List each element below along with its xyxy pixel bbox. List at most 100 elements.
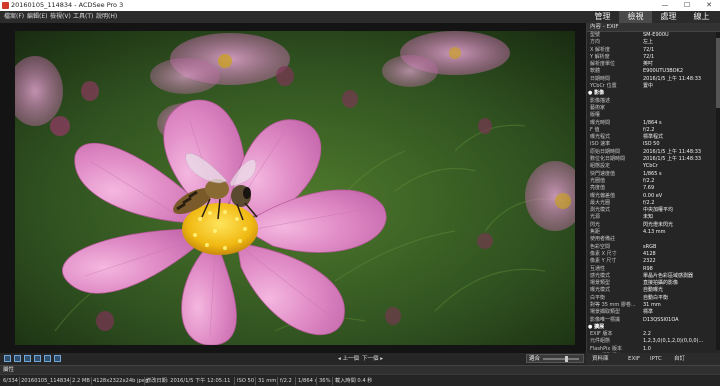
- property-value: 標準: [643, 309, 654, 316]
- property-row[interactable]: 影像描述: [587, 98, 720, 105]
- property-row[interactable]: 版權: [587, 112, 720, 119]
- property-row[interactable]: 方向 左上: [587, 39, 720, 46]
- mode-view[interactable]: 檢視: [619, 11, 652, 23]
- property-key: 日期時間: [590, 75, 611, 82]
- tab-exif[interactable]: EXIF: [628, 355, 640, 363]
- property-key: 原始日期時間: [590, 148, 621, 155]
- property-row[interactable]: 快門速度值 1/865 s: [587, 171, 720, 178]
- property-value: 2016/1/5 上午 11:48:33: [643, 75, 702, 82]
- menu-tools[interactable]: 工具(T): [73, 13, 93, 21]
- status-focal: 31 mm: [258, 378, 277, 384]
- close-button[interactable]: ✕: [698, 0, 720, 11]
- property-row[interactable]: 影像唯一標識 D13QSSI01OA: [587, 317, 720, 324]
- property-row[interactable]: 組態設定 YCbCr: [587, 163, 720, 170]
- property-key: 曝光時間: [590, 119, 611, 126]
- property-row[interactable]: 原始日期時間 2016/1/5 上午 11:48:33: [587, 149, 720, 156]
- property-value: 1/865 s: [643, 170, 662, 177]
- property-row[interactable]: 曝光模式 自動曝光: [587, 287, 720, 294]
- property-key: 版權: [590, 112, 601, 119]
- menu-edit[interactable]: 編輯(E): [27, 13, 47, 21]
- zoom-knob[interactable]: [564, 356, 568, 362]
- property-row[interactable]: 使用者備註: [587, 236, 720, 243]
- property-key: 方向: [590, 39, 601, 46]
- property-row[interactable]: 曝光偏差值 0.00 eV: [587, 193, 720, 200]
- property-key: 組態設定: [590, 163, 611, 170]
- property-key: 影像描述: [590, 97, 611, 104]
- status-loadtime: 載入時間 0.4 秒: [335, 378, 373, 384]
- tab-database[interactable]: 資料庫: [592, 355, 609, 363]
- property-row[interactable]: YCbCr 位置 置中: [587, 83, 720, 90]
- property-key: ISO 速率: [590, 141, 611, 148]
- status-index: 6/334: [3, 378, 18, 384]
- status-shutter: 1/864 s: [298, 378, 318, 384]
- property-row[interactable]: 藝術家: [587, 105, 720, 112]
- property-key: 像素 Y 尺寸: [590, 258, 617, 265]
- property-row[interactable]: 曝光時間 1/864 s: [587, 120, 720, 127]
- property-row[interactable]: 感光模式 單晶片色彩區域感測器: [587, 273, 720, 280]
- property-row[interactable]: 白平衡 自動白平衡: [587, 295, 720, 302]
- mode-online[interactable]: 線上: [685, 11, 718, 23]
- property-key: 光源: [590, 214, 601, 221]
- zoom-icon[interactable]: [44, 355, 51, 362]
- property-row[interactable]: FlashPix 版本 1.0: [587, 346, 720, 353]
- scrollbar-thumb[interactable]: [716, 38, 720, 108]
- property-row[interactable]: 場景擷取類型 標準: [587, 309, 720, 316]
- fullscreen-icon[interactable]: [34, 355, 41, 362]
- tab-iptc[interactable]: IPTC: [650, 355, 662, 363]
- slideshow-icon[interactable]: [54, 355, 61, 362]
- property-value: 7.69: [643, 185, 655, 192]
- status-filename: 20160105_114834: [21, 378, 70, 384]
- property-row[interactable]: 亮度值 7.69: [587, 185, 720, 192]
- property-row[interactable]: 測光模式 中央加權平均: [587, 207, 720, 214]
- viewer-toolbar: ◂ 上一個 下一個 ▸ 適合: [0, 353, 586, 365]
- property-row[interactable]: 日期時間 2016/1/5 上午 11:48:33: [587, 76, 720, 83]
- property-value: f/2.2: [643, 177, 655, 184]
- property-row[interactable]: 光源 未知: [587, 214, 720, 221]
- properties-list: 型號 SM-E900U 方向 左上 X 解析度 72/1 Y 解析度 72/1 解析度單位 英吋軟…: [587, 32, 720, 353]
- status-filesize: 2.2 MB: [72, 378, 90, 384]
- property-key: 色彩空間: [590, 243, 611, 250]
- zoom-control[interactable]: 適合: [526, 354, 584, 363]
- property-row[interactable]: 像素 Y 尺寸 2322: [587, 258, 720, 265]
- property-section[interactable]: ● 影像: [587, 90, 720, 97]
- properties-scrollbar[interactable]: [716, 32, 720, 350]
- property-row[interactable]: ISO 速率 ISO 50: [587, 141, 720, 148]
- property-value: 標準程式: [643, 134, 664, 141]
- property-row[interactable]: 光圈值 f/2.2: [587, 178, 720, 185]
- menu-file[interactable]: 檔案(F): [4, 13, 24, 21]
- crop-icon[interactable]: [24, 355, 31, 362]
- property-row[interactable]: 型號 SM-E900U: [587, 32, 720, 39]
- menu-bar: 檔案(F) 編輯(E) 檢視(V) 工具(T) 說明(H): [0, 11, 586, 23]
- maximize-button[interactable]: ☐: [676, 0, 698, 11]
- info-label: 屬性: [3, 367, 15, 373]
- image-viewer[interactable]: [0, 23, 586, 353]
- zoom-label: 適合: [529, 356, 541, 362]
- property-value: 英吋: [643, 61, 654, 68]
- app-icon: [2, 2, 9, 9]
- mode-process[interactable]: 處理: [652, 11, 685, 23]
- menu-view[interactable]: 檢視(V): [50, 13, 71, 21]
- tab-custom[interactable]: 自訂: [674, 355, 685, 363]
- property-row[interactable]: 解析度單位 英吋: [587, 61, 720, 68]
- property-value: 左上: [643, 39, 654, 46]
- property-row[interactable]: 閃光 閃光燈未閃光: [587, 222, 720, 229]
- minimize-button[interactable]: —: [654, 0, 676, 11]
- property-row[interactable]: 元件組態 1,2,3,0(0,1,2,0)(0,0,0)...: [587, 338, 720, 345]
- status-iso: ISO 50: [237, 378, 255, 384]
- property-value: 2016/1/5 上午 11:48:33: [643, 148, 702, 155]
- property-row[interactable]: 互通性 R98: [587, 266, 720, 273]
- property-row[interactable]: 色彩空間 sRGB: [587, 244, 720, 251]
- rotate-right-icon[interactable]: [14, 355, 21, 362]
- property-key: 白平衡: [590, 294, 606, 301]
- property-key: 快門速度值: [590, 170, 616, 177]
- zoom-track[interactable]: [543, 358, 579, 360]
- next-button[interactable]: 下一個 ▸: [362, 355, 383, 363]
- property-value: YCbCr: [643, 163, 658, 170]
- property-row[interactable]: 軟體 E900UTU3BOK2: [587, 68, 720, 75]
- rotate-left-icon[interactable]: [4, 355, 11, 362]
- mode-manage[interactable]: 管理: [586, 11, 619, 23]
- property-row[interactable]: X 解析度 72/1: [587, 47, 720, 54]
- property-key: 曝光偏差值: [590, 192, 616, 199]
- previous-button[interactable]: ◂ 上一個: [338, 355, 359, 363]
- menu-help[interactable]: 說明(H): [96, 13, 117, 21]
